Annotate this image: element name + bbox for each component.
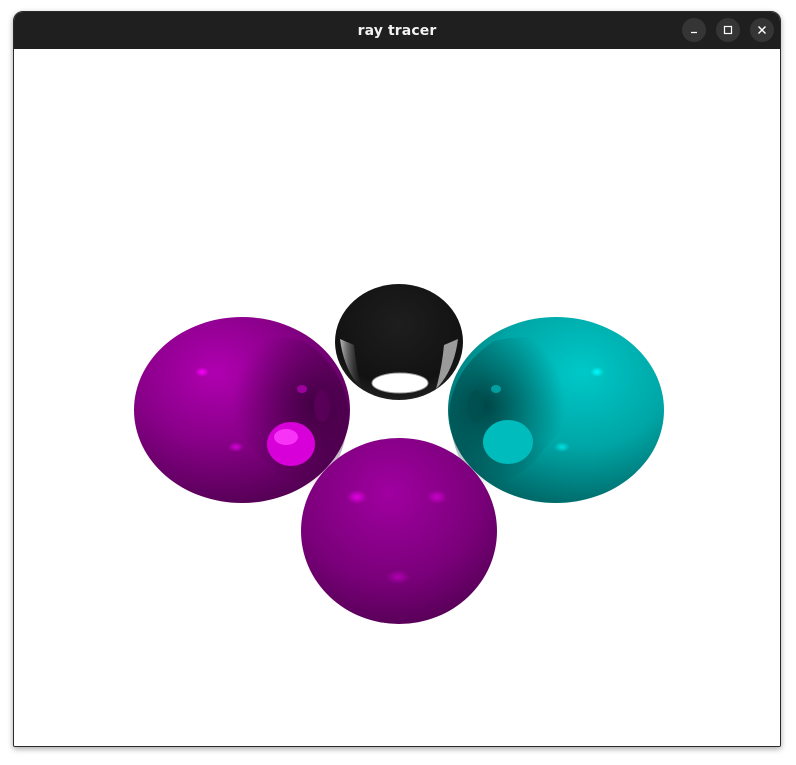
magenta-sphere-front [301,438,497,624]
close-icon [758,26,766,34]
maximize-icon [723,25,733,35]
close-button[interactable] [750,18,774,42]
cyan-sphere-right [448,317,664,503]
minimize-icon [691,31,697,34]
magenta-sphere-left [134,317,350,503]
app-window: ray tracer [13,11,781,747]
window-title: ray tracer [357,22,437,39]
black-sphere [335,284,463,400]
window-controls [682,18,774,42]
title-bar[interactable]: ray tracer [14,12,780,49]
maximize-button[interactable] [716,18,740,42]
ray-traced-scene [134,284,664,624]
render-canvas[interactable] [14,49,780,746]
minimize-button[interactable] [682,18,706,42]
